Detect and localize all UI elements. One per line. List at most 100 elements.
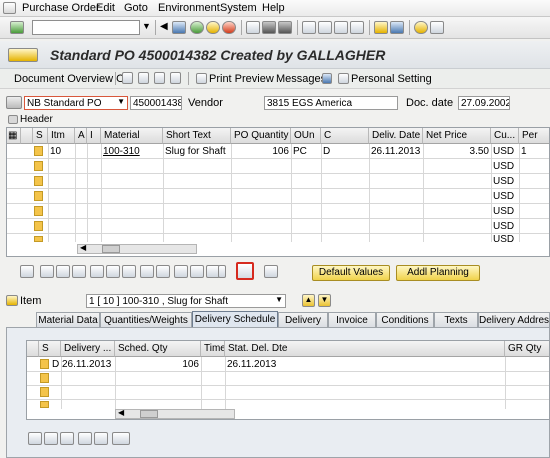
schedule-delete-icon[interactable] xyxy=(78,432,92,445)
schedule-row-selector[interactable] xyxy=(40,387,49,397)
row-selector[interactable] xyxy=(34,236,43,242)
cell-currency[interactable]: USD xyxy=(493,176,514,187)
schedule-select-all-icon[interactable] xyxy=(28,432,42,445)
col-gr-qty[interactable]: GR Qty xyxy=(505,341,549,357)
schedule-cart-icon[interactable] xyxy=(112,432,130,445)
sort-descending-icon[interactable] xyxy=(190,265,204,278)
print-icon[interactable] xyxy=(246,21,260,34)
find-icon[interactable] xyxy=(262,21,276,34)
info-icon[interactable] xyxy=(322,73,332,84)
previous-page-icon[interactable] xyxy=(318,21,332,34)
system-menu-icon[interactable] xyxy=(3,2,16,14)
col-po-quantity[interactable]: PO Quantity xyxy=(231,128,291,144)
cell-deliv-date[interactable]: 26.11.2013 xyxy=(371,146,420,157)
cell-currency[interactable]: USD xyxy=(493,206,514,217)
unlock-icon[interactable] xyxy=(122,265,136,278)
details-icon[interactable] xyxy=(20,265,34,278)
sort-ascending-icon[interactable] xyxy=(174,265,188,278)
find-next-icon[interactable] xyxy=(278,21,292,34)
default-values-button[interactable]: Default Values xyxy=(312,265,390,281)
shortcut-icon[interactable] xyxy=(390,21,404,34)
history-back-icon[interactable]: ◀ xyxy=(160,21,169,34)
tab-material-data[interactable]: Material Data xyxy=(36,312,100,328)
col-stat-del-dte[interactable]: Stat. Del. Dte xyxy=(225,341,505,357)
item-expand-icon[interactable] xyxy=(6,295,18,306)
col-sched-qty[interactable]: Sched. Qty xyxy=(115,341,201,357)
row-selector[interactable] xyxy=(34,161,43,171)
tab-quantities-weights[interactable]: Quantities/Weights xyxy=(100,312,192,328)
row-selector[interactable] xyxy=(34,146,43,156)
col-net-price[interactable]: Net Price xyxy=(423,128,491,144)
col-delivery-date[interactable]: Delivery ... xyxy=(61,341,115,357)
filter-dropdown-icon[interactable] xyxy=(218,265,226,278)
schedule-icon[interactable] xyxy=(236,262,254,280)
first-page-icon[interactable] xyxy=(302,21,316,34)
col-currency[interactable]: Cu... xyxy=(491,128,519,144)
display-change-icon[interactable] xyxy=(138,72,149,84)
col-itm[interactable]: Itm xyxy=(48,128,75,144)
col-oun[interactable]: OUn xyxy=(291,128,321,144)
deselect-all-icon[interactable] xyxy=(72,265,86,278)
back-icon[interactable] xyxy=(190,21,204,34)
tab-conditions[interactable]: Conditions xyxy=(376,312,434,328)
item-select[interactable]: 1 [ 10 ] 100-310 , Slug for Shaft ▼ xyxy=(86,294,286,308)
cell-short-text[interactable]: Slug for Shaft xyxy=(165,146,226,157)
print-preview-icon[interactable] xyxy=(196,73,207,84)
menu-environment[interactable]: Environment xyxy=(158,2,220,14)
menu-help[interactable]: Help xyxy=(262,2,285,14)
copy-icon[interactable] xyxy=(140,265,154,278)
col-c[interactable]: C xyxy=(321,128,369,144)
row-selector[interactable] xyxy=(34,221,43,231)
cell-sched-qty[interactable]: 106 xyxy=(117,359,199,370)
personal-setting-button[interactable]: Personal Setting xyxy=(351,73,432,85)
schedule-row-selector[interactable] xyxy=(40,401,49,408)
paste-icon[interactable] xyxy=(156,265,170,278)
document-overview-button[interactable]: Document Overview On xyxy=(14,73,131,85)
last-page-icon[interactable] xyxy=(350,21,364,34)
po-number-field[interactable]: 4500014382 xyxy=(130,96,182,110)
col-a[interactable]: A xyxy=(75,128,87,144)
tab-delivery-schedule[interactable]: Delivery Schedule xyxy=(192,311,278,328)
exit-icon[interactable] xyxy=(206,21,220,34)
cell-currency[interactable]: USD xyxy=(493,146,514,157)
select-block-icon[interactable] xyxy=(56,265,70,278)
delete-icon[interactable] xyxy=(90,265,104,278)
schedule-horizontal-scrollbar[interactable]: ◀ xyxy=(115,408,235,419)
command-dropdown-icon[interactable]: ▼ xyxy=(142,21,151,34)
other-document-icon[interactable] xyxy=(154,72,165,84)
menu-purchase-order[interactable]: Purchase Order xyxy=(22,2,100,14)
additional-planning-icon[interactable] xyxy=(264,265,278,278)
col-s[interactable]: S xyxy=(39,341,61,357)
save-icon[interactable] xyxy=(172,21,186,34)
row-selector[interactable] xyxy=(34,176,43,186)
cell-net-price[interactable]: 3.50 xyxy=(425,146,489,157)
col-material[interactable]: Material xyxy=(101,128,163,144)
doc-type-select[interactable]: NB Standard PO ▼ xyxy=(24,96,128,110)
vendor-field[interactable]: 3815 EGS America xyxy=(264,96,398,110)
cell-material[interactable]: 100-310 xyxy=(103,146,140,157)
doc-date-field[interactable]: 27.09.2002 xyxy=(458,96,510,110)
cell-delivery-date[interactable]: 26.11.2013 xyxy=(62,359,111,370)
personal-setting-icon[interactable] xyxy=(338,73,349,84)
col-short-text[interactable]: Short Text xyxy=(163,128,231,144)
next-page-icon[interactable] xyxy=(334,21,348,34)
cell-currency[interactable]: USD xyxy=(493,221,514,232)
next-item-icon[interactable]: ▼ xyxy=(318,294,331,307)
schedule-deselect-icon[interactable] xyxy=(60,432,74,445)
enter-icon[interactable] xyxy=(10,21,24,34)
cell-po-quantity[interactable]: 106 xyxy=(233,146,289,157)
cell-itm[interactable]: 10 xyxy=(50,146,61,157)
tab-delivery-address[interactable]: Delivery Address xyxy=(478,312,550,328)
cancel-icon[interactable] xyxy=(222,21,236,34)
header-expand-icon[interactable] xyxy=(8,115,18,124)
help-icon[interactable] xyxy=(414,21,428,34)
horizontal-scrollbar[interactable]: ◀ xyxy=(77,243,197,254)
messages-button[interactable]: Messages xyxy=(276,73,326,85)
cell-stat-del-dte[interactable]: 26.11.2013 xyxy=(227,359,276,370)
menu-edit[interactable]: Edit xyxy=(96,2,115,14)
cell-per[interactable]: 1 xyxy=(521,146,527,157)
command-field[interactable] xyxy=(32,20,140,35)
check-icon[interactable] xyxy=(170,72,181,84)
schedule-row-selector[interactable] xyxy=(40,373,49,383)
print-preview-button[interactable]: Print Preview xyxy=(209,73,274,85)
